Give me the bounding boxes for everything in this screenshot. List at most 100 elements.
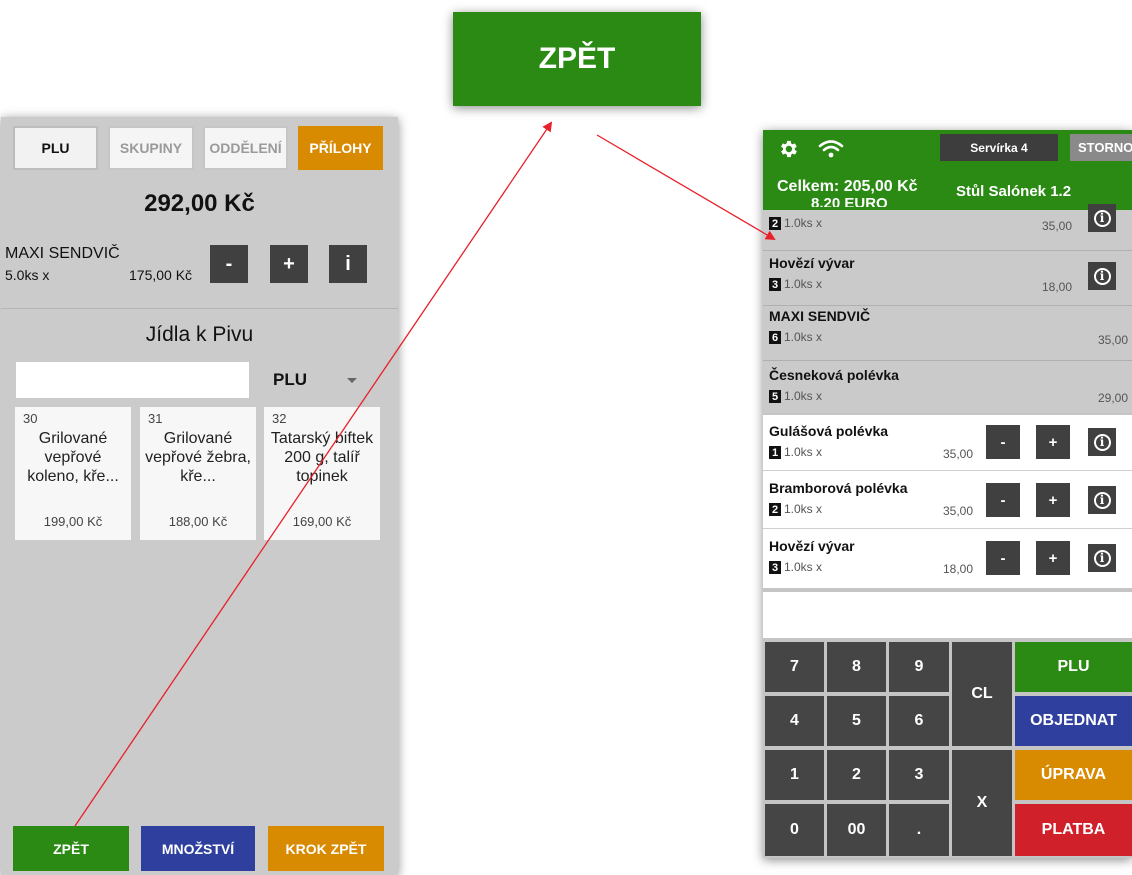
key-decimal[interactable]: . (889, 804, 949, 856)
order-item-row[interactable]: Gulášová polévka 1 1.0ks x 35,00 - + i (763, 415, 1132, 471)
item-qty: 5 1.0ks x (769, 389, 822, 404)
current-item-qty: 5.0ks x (5, 267, 50, 283)
total-euro-label: 8,20 EURO (811, 195, 888, 207)
decrease-button[interactable]: - (986, 541, 1020, 575)
order-item-row[interactable]: Hovězí vývar 3 1.0ks x 18,00 i (763, 251, 1132, 306)
product-number: 31 (148, 411, 163, 426)
tab-oddeleni[interactable]: ODDĚLENÍ (203, 126, 288, 170)
zpet-callout-button[interactable]: ZPĚT (453, 12, 701, 106)
increase-button[interactable]: + (1036, 425, 1070, 459)
key-8[interactable]: 8 (827, 642, 886, 692)
group-title: Jídla k Pivu (145, 323, 254, 346)
key-0[interactable]: 0 (765, 804, 824, 856)
item-qty: 3 1.0ks x (769, 560, 822, 575)
decrease-button[interactable]: - (210, 245, 248, 283)
search-input[interactable] (16, 362, 249, 398)
key-2[interactable]: 2 (827, 750, 886, 800)
search-mode-select[interactable]: PLU (273, 370, 307, 390)
chevron-down-icon[interactable] (347, 378, 357, 383)
info-icon[interactable]: i (1088, 544, 1116, 572)
order-total: 292,00 Kč (144, 190, 255, 217)
product-name: Tatarský biftek 200 g, talíř topinek (270, 430, 374, 485)
divider (1, 308, 398, 309)
order-item-row[interactable]: 2 1.0ks x 35,00 i (763, 204, 1132, 251)
edit-button[interactable]: ÚPRAVA (1015, 750, 1132, 800)
quantity-button[interactable]: MNOŽSTVÍ (141, 826, 255, 871)
item-qty: 2 1.0ks x (769, 502, 822, 517)
key-4[interactable]: 4 (765, 696, 824, 746)
item-seat-badge: 3 (769, 561, 781, 575)
product-number: 30 (23, 411, 38, 426)
item-seat-badge: 3 (769, 278, 781, 292)
numeric-input[interactable] (763, 592, 1132, 638)
total-label: Celkem: 205,00 Kč (777, 178, 918, 195)
item-price: 35,00 (943, 447, 974, 461)
current-item-name: MAXI SENDVIČ (5, 245, 120, 262)
back-button[interactable]: ZPĚT (13, 826, 129, 871)
item-name: Bramborová polévka (769, 480, 908, 496)
arrow-to-order-list (596, 134, 776, 241)
tab-prilohy[interactable]: PŘÍLOHY (298, 126, 383, 170)
clear-key[interactable]: CL (952, 642, 1012, 746)
info-icon[interactable]: i (1088, 428, 1116, 456)
table-label: Stůl Salónek 1.2 (956, 183, 1072, 200)
item-qty: 2 1.0ks x (769, 216, 822, 231)
item-name: Gulášová polévka (769, 423, 889, 439)
gear-icon[interactable] (777, 138, 799, 160)
decrease-button[interactable]: - (986, 483, 1020, 517)
tab-plu[interactable]: PLU (13, 126, 98, 170)
info-icon[interactable]: i (1088, 486, 1116, 514)
product-price: 188,00 Kč (168, 514, 228, 529)
order-button[interactable]: OBJEDNAT (1015, 696, 1132, 746)
order-item-row[interactable]: Bramborová polévka 2 1.0ks x 35,00 - + i (763, 471, 1132, 529)
key-5[interactable]: 5 (827, 696, 886, 746)
key-3[interactable]: 3 (889, 750, 949, 800)
item-qty: 6 1.0ks x (769, 330, 822, 345)
plu-button[interactable]: PLU (1015, 642, 1132, 692)
product-card[interactable]: 30 Grilované vepřové koleno, kře... 199,… (15, 407, 131, 540)
increase-button[interactable]: + (270, 245, 308, 283)
item-price: 35,00 (943, 504, 974, 518)
item-price: 18,00 (943, 562, 974, 576)
key-9[interactable]: 9 (889, 642, 949, 692)
info-icon[interactable]: i (1088, 262, 1116, 290)
storno-button[interactable]: STORNO (1070, 134, 1132, 161)
order-item-row[interactable]: Hovězí vývar 3 1.0ks x 18,00 - + i (763, 529, 1132, 588)
increase-button[interactable]: + (1036, 541, 1070, 575)
key-00[interactable]: 00 (827, 804, 886, 856)
item-name: Hovězí vývar (769, 255, 855, 271)
tab-skupiny[interactable]: SKUPINY (108, 126, 194, 170)
multiply-key[interactable]: X (952, 750, 1012, 856)
item-price: 29,00 (1098, 391, 1129, 405)
increase-button[interactable]: + (1036, 483, 1070, 517)
info-icon[interactable]: i (1088, 204, 1116, 232)
item-seat-badge: 2 (769, 217, 781, 231)
item-qty: 1 1.0ks x (769, 445, 822, 460)
step-back-button[interactable]: KROK ZPĚT (268, 826, 384, 871)
decrease-button[interactable]: - (986, 425, 1020, 459)
item-price: 35,00 (1098, 333, 1129, 347)
item-seat-badge: 5 (769, 390, 781, 404)
left-screen: PLU SKUPINY ODDĚLENÍ PŘÍLOHY 292,00 Kč M… (1, 117, 398, 875)
item-seat-badge: 2 (769, 503, 781, 517)
product-price: 169,00 Kč (292, 514, 352, 529)
key-7[interactable]: 7 (765, 642, 824, 692)
product-price: 199,00 Kč (43, 514, 103, 529)
item-seat-badge: 6 (769, 331, 781, 345)
item-info-button[interactable]: i (329, 245, 367, 283)
product-card[interactable]: 31 Grilované vepřové žebra, kře... 188,0… (140, 407, 256, 540)
wifi-icon (818, 140, 844, 158)
waiter-button[interactable]: Servírka 4 (940, 134, 1058, 161)
payment-button[interactable]: PLATBA (1015, 804, 1132, 856)
item-price: 35,00 (1042, 219, 1073, 233)
right-screen: Servírka 4 STORNO Celkem: 205,00 Kč 8,20… (763, 130, 1132, 858)
key-6[interactable]: 6 (889, 696, 949, 746)
item-seat-badge: 1 (769, 446, 781, 460)
product-card[interactable]: 32 Tatarský biftek 200 g, talíř topinek … (264, 407, 380, 540)
order-item-row[interactable]: MAXI SENDVIČ 6 1.0ks x 35,00 (763, 306, 1132, 361)
item-name: Hovězí vývar (769, 538, 855, 554)
item-qty: 3 1.0ks x (769, 277, 822, 292)
item-name: Česneková polévka (769, 367, 899, 383)
key-1[interactable]: 1 (765, 750, 824, 800)
order-item-row[interactable]: Česneková polévka 5 1.0ks x 29,00 (763, 361, 1132, 413)
